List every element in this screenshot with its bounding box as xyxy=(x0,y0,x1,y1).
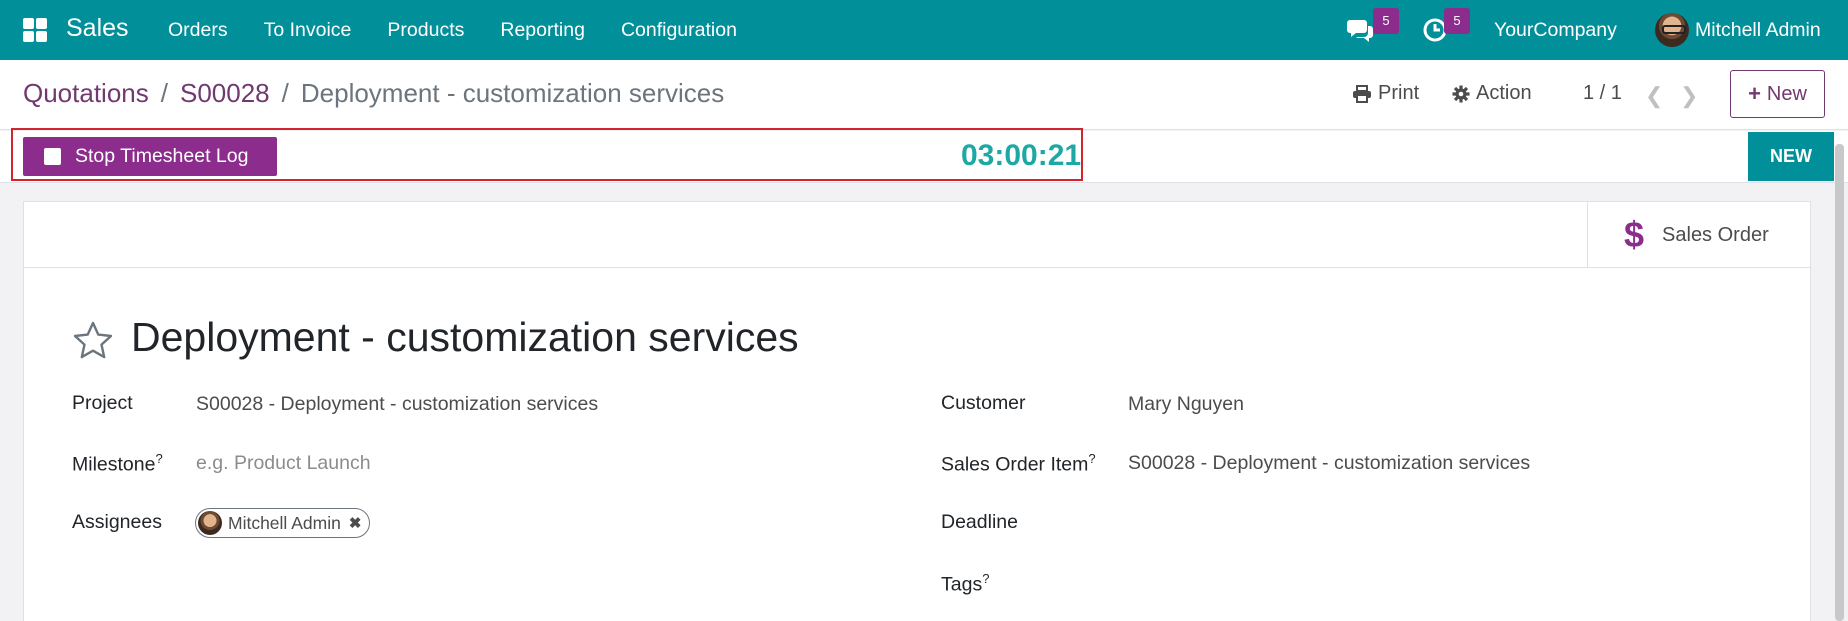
main-menu: Orders To Invoice Products Reporting Con… xyxy=(150,0,755,60)
print-label: Print xyxy=(1378,82,1420,104)
highlight-annotation xyxy=(11,128,1083,181)
menu-orders[interactable]: Orders xyxy=(150,0,246,60)
pager-previous-icon[interactable]: ❮ xyxy=(1645,83,1663,109)
task-title[interactable]: Deployment - customization services xyxy=(131,314,799,361)
menu-reporting[interactable]: Reporting xyxy=(482,0,603,60)
sales-order-label: Sales Order xyxy=(1662,223,1769,246)
tags-field[interactable] xyxy=(1128,568,1628,598)
apps-menu-icon[interactable] xyxy=(23,18,47,42)
sales-order-item-help-icon[interactable]: ? xyxy=(1088,451,1095,466)
new-label: New xyxy=(1766,82,1807,105)
pager-next-icon[interactable]: ❯ xyxy=(1680,83,1698,109)
assignee-avatar xyxy=(198,511,222,535)
breadcrumb-order[interactable]: S00028 xyxy=(180,78,270,109)
breadcrumb: Quotations / S00028 / Deployment - custo… xyxy=(23,78,724,109)
star-icon[interactable] xyxy=(72,320,114,360)
breadcrumb-separator: / xyxy=(281,78,289,108)
breadcrumb-separator: / xyxy=(160,78,168,108)
deadline-label: Deadline xyxy=(941,511,1018,533)
customer-label: Customer xyxy=(941,392,1026,414)
app-name[interactable]: Sales xyxy=(66,14,129,43)
assignees-label: Assignees xyxy=(72,511,162,533)
milestone-field[interactable]: e.g. Product Launch xyxy=(196,452,371,475)
sales-order-smart-button[interactable]: $ Sales Order xyxy=(1587,202,1811,268)
sales-order-item-label-text: Sales Order Item xyxy=(941,453,1089,476)
gear-icon xyxy=(1452,85,1470,102)
milestone-help-icon[interactable]: ? xyxy=(155,451,162,466)
assignee-name: Mitchell Admin xyxy=(228,512,341,533)
smart-button-box: $ Sales Order xyxy=(24,202,1810,268)
top-navbar: Sales Orders To Invoice Products Reporti… xyxy=(0,0,1848,60)
tags-label: Tags? xyxy=(941,571,989,597)
control-panel: Quotations / S00028 / Deployment - custo… xyxy=(0,60,1848,130)
messages-badge: 5 xyxy=(1373,8,1399,34)
plus-icon: + xyxy=(1748,81,1761,106)
tags-label-text: Tags xyxy=(941,573,983,596)
company-switcher[interactable]: YourCompany xyxy=(1494,19,1617,42)
action-button[interactable]: Action xyxy=(1452,82,1532,105)
new-button[interactable]: + New xyxy=(1730,70,1825,118)
menu-configuration[interactable]: Configuration xyxy=(603,0,755,60)
sales-order-item-label: Sales Order Item? xyxy=(941,451,1096,477)
assignee-tag[interactable]: Mitchell Admin ✖ xyxy=(195,508,371,538)
form-sheet: $ Sales Order Deployment - customization… xyxy=(23,201,1811,621)
user-avatar[interactable] xyxy=(1655,13,1689,47)
menu-products[interactable]: Products xyxy=(369,0,482,60)
action-label: Action xyxy=(1476,82,1532,104)
milestone-label: Milestone? xyxy=(72,451,163,477)
activities-badge: 5 xyxy=(1444,8,1470,34)
stage-new-button[interactable]: NEW xyxy=(1748,132,1834,181)
scrollbar[interactable] xyxy=(1835,144,1844,621)
deadline-field[interactable] xyxy=(1128,508,1628,538)
breadcrumb-current: Deployment - customization services xyxy=(300,78,725,108)
chat-icon[interactable] xyxy=(1346,18,1374,44)
remove-assignee-icon[interactable]: ✖ xyxy=(349,514,362,532)
user-menu[interactable]: Mitchell Admin xyxy=(1695,19,1821,42)
project-field[interactable]: S00028 - Deployment - customization serv… xyxy=(196,393,598,416)
milestone-label-text: Milestone xyxy=(72,453,156,476)
print-button[interactable]: Print xyxy=(1352,82,1419,105)
project-label: Project xyxy=(72,392,133,414)
dollar-icon: $ xyxy=(1624,214,1645,255)
menu-to-invoice[interactable]: To Invoice xyxy=(246,0,370,60)
breadcrumb-quotations[interactable]: Quotations xyxy=(23,78,149,109)
pager-value[interactable]: 1 / 1 xyxy=(1583,82,1622,105)
customer-field[interactable]: Mary Nguyen xyxy=(1128,393,1244,416)
tags-help-icon[interactable]: ? xyxy=(982,571,989,586)
sales-order-item-field[interactable]: S00028 - Deployment - customization serv… xyxy=(1128,452,1530,475)
print-icon xyxy=(1353,84,1371,103)
